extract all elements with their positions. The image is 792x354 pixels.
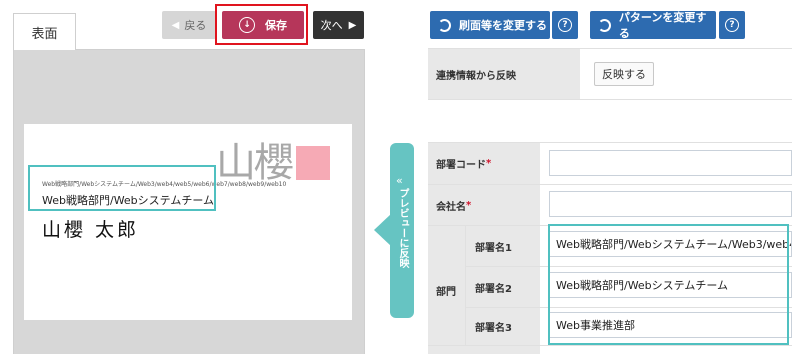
refresh-icon bbox=[598, 18, 611, 32]
dept3-label: 部署名3 bbox=[465, 308, 540, 345]
help-icon: ? bbox=[558, 18, 572, 32]
dept-group-label-text: 部門 bbox=[436, 286, 456, 298]
side-tab-pointer bbox=[374, 214, 391, 246]
company-input[interactable] bbox=[549, 191, 792, 217]
dept-code-input[interactable] bbox=[549, 150, 792, 176]
required-mark: * bbox=[486, 158, 492, 169]
dept1-label-text: 部署名1 bbox=[475, 242, 512, 254]
tab-front[interactable]: 表面 bbox=[13, 13, 76, 50]
reflect-row-label: 連携情報から反映 bbox=[428, 49, 580, 99]
company-label: 会社名 * bbox=[428, 185, 540, 225]
change-pattern-label: パターンを変更する bbox=[618, 11, 707, 40]
change-material-label: 刷面等を変更する bbox=[459, 19, 547, 32]
change-pattern-button[interactable]: パターンを変更する bbox=[590, 11, 716, 40]
back-label: 戻る bbox=[184, 19, 207, 32]
card-highlight-box bbox=[28, 165, 216, 211]
dept2-label-text: 部署名2 bbox=[475, 283, 512, 295]
divider bbox=[428, 99, 792, 100]
change-material-button[interactable]: 刷面等を変更する bbox=[430, 11, 550, 39]
reflect-row-label-text: 連携情報から反映 bbox=[436, 70, 516, 82]
back-button[interactable]: ◀ 戻る bbox=[162, 11, 216, 39]
required-mark: * bbox=[466, 199, 472, 211]
save-label: 保存 bbox=[265, 19, 287, 32]
dept-code-label-text: 部署コード bbox=[436, 160, 486, 171]
chevron-left-icon: « bbox=[396, 174, 403, 187]
refresh-icon bbox=[438, 18, 451, 32]
dept-code-label: 部署コード * bbox=[428, 143, 540, 184]
company-label-text: 会社名 bbox=[436, 201, 466, 213]
card-editor-screen: 表面 ◀ 戻る ↓ 保存 次へ ▶ 山櫻 Web戦略部門/Webシステムチーム/… bbox=[0, 0, 792, 354]
reflect-to-preview-label: プレビューに反映 bbox=[397, 188, 408, 268]
next-label: 次へ bbox=[320, 19, 343, 32]
card-logo-mark bbox=[296, 146, 330, 180]
help-icon: ? bbox=[725, 18, 739, 32]
next-button[interactable]: 次へ ▶ bbox=[313, 11, 364, 39]
material-help-button[interactable]: ? bbox=[552, 11, 578, 39]
download-icon: ↓ bbox=[239, 17, 255, 33]
save-button[interactable]: ↓ 保存 bbox=[222, 11, 304, 39]
back-arrow-icon: ◀ bbox=[171, 19, 180, 31]
dept1-label: 部署名1 bbox=[465, 226, 540, 266]
card-person-name: 山櫻 太郎 bbox=[42, 219, 140, 241]
pattern-help-button[interactable]: ? bbox=[719, 11, 745, 39]
dept2-label: 部署名2 bbox=[465, 267, 540, 307]
reflect-button[interactable]: 反映する bbox=[594, 62, 654, 86]
divider bbox=[428, 345, 792, 346]
form-highlight-box bbox=[548, 224, 789, 345]
dept3-label-text: 部署名3 bbox=[475, 323, 512, 334]
next-arrow-icon: ▶ bbox=[348, 19, 357, 31]
